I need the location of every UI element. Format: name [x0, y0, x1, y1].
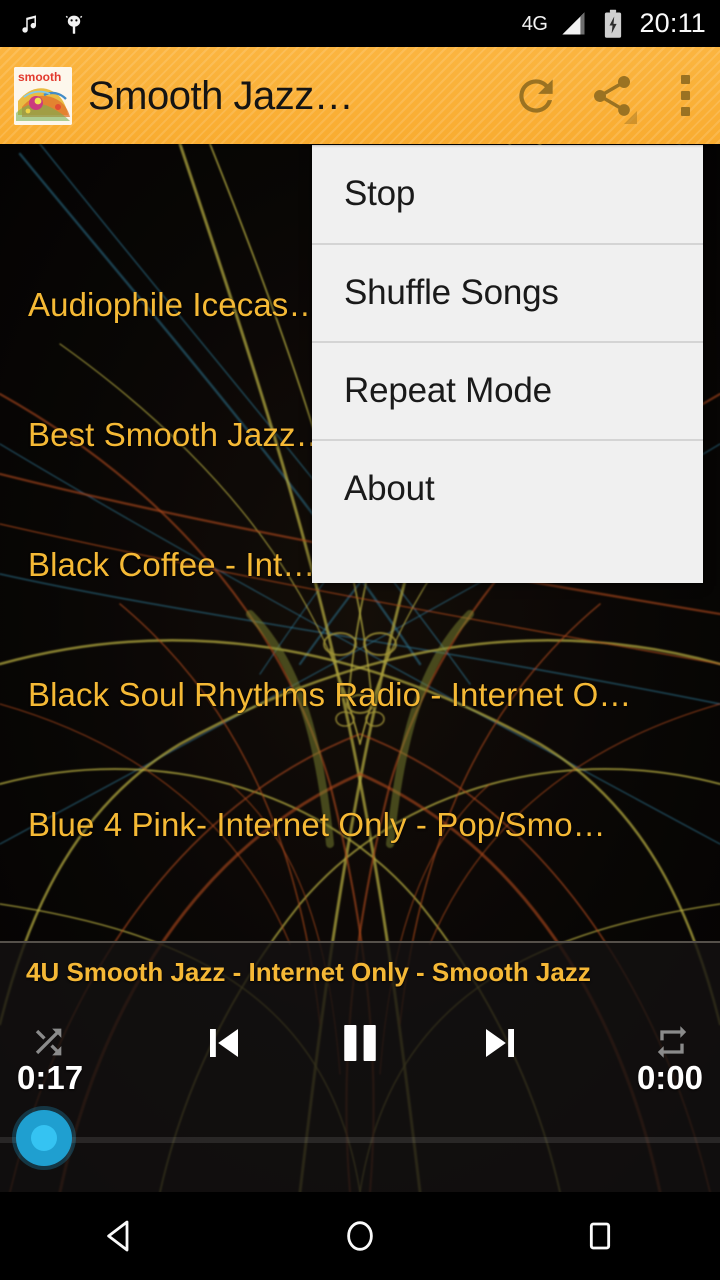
station-name: Black Soul Rhythms Radio - Internet O…	[28, 676, 632, 713]
station-name: Blue 4 Pink- Internet Only - Pop/Smo…	[28, 806, 606, 843]
skip-next-icon	[486, 1029, 514, 1057]
overflow-menu-button[interactable]	[650, 47, 720, 144]
overflow-menu-icon	[680, 75, 690, 116]
nav-home-button[interactable]	[300, 1192, 420, 1280]
station-name: Boracay Beach Radio - Malay Philippi…	[0, 936, 627, 940]
play-pause-button[interactable]	[322, 1005, 398, 1081]
status-bar: 4G 20:11	[0, 0, 720, 47]
overflow-menu-popup: Stop Shuffle Songs Repeat Mode About	[312, 145, 703, 583]
now-playing-label: 4U Smooth Jazz - Internet Only - Smooth …	[26, 957, 591, 987]
system-status-icons: 4G 20:11	[522, 9, 706, 39]
list-item[interactable]: Black Soul Rhythms Radio - Internet O…	[0, 630, 720, 760]
home-circle-icon	[347, 1221, 373, 1251]
app-logo: smooth	[14, 66, 72, 125]
skip-previous-icon	[210, 1029, 238, 1057]
menu-item-stop[interactable]: Stop	[312, 145, 703, 243]
pause-icon	[344, 1025, 376, 1061]
network-type-label: 4G	[521, 12, 548, 35]
shuffle-icon	[35, 1028, 62, 1056]
menu-item-about[interactable]: About	[312, 439, 703, 537]
player-control-bar: 4U Smooth Jazz - Internet Only - Smooth …	[0, 941, 720, 1192]
menu-footer-space	[312, 537, 703, 583]
page-title: Smooth Jazz…	[88, 75, 354, 116]
refresh-icon	[519, 78, 553, 113]
notification-icons	[18, 10, 86, 38]
menu-item-label: About	[344, 469, 435, 508]
seek-bar-thumb[interactable]	[16, 1110, 72, 1166]
back-triangle-icon	[107, 1220, 129, 1252]
app-bar: smooth Smooth Jazz…	[0, 47, 720, 144]
menu-item-repeat-mode[interactable]: Repeat Mode	[312, 341, 703, 439]
station-name: Audiophile Icecas…	[28, 286, 322, 323]
previous-button[interactable]	[186, 1005, 262, 1081]
share-button[interactable]	[574, 47, 650, 144]
refresh-button[interactable]	[498, 47, 574, 144]
music-note-icon	[22, 14, 36, 33]
android-screen: Audiophile Icecas… Best Smooth Jazz… Bla…	[0, 0, 720, 1280]
battery-charging-icon	[605, 9, 622, 38]
android-debug-icon	[65, 15, 83, 34]
repeat-icon	[657, 1026, 687, 1058]
menu-item-shuffle-songs[interactable]: Shuffle Songs	[312, 243, 703, 341]
nav-back-button[interactable]	[60, 1192, 180, 1280]
logo-wordmark: smooth	[18, 70, 61, 84]
station-name: Black Coffee - Int…	[28, 546, 316, 583]
next-button[interactable]	[462, 1005, 538, 1081]
menu-item-label: Stop	[344, 174, 416, 213]
app-bar-actions	[498, 47, 720, 144]
elapsed-time: 0:17	[17, 1059, 84, 1096]
dropdown-caret-icon	[624, 111, 637, 124]
menu-item-label: Repeat Mode	[344, 371, 552, 410]
station-name: Best Smooth Jazz…	[28, 416, 329, 453]
nav-recents-button[interactable]	[540, 1192, 660, 1280]
recents-square-icon	[589, 1222, 611, 1250]
list-item[interactable]: Boracay Beach Radio - Malay Philippi…	[0, 890, 720, 940]
menu-item-label: Shuffle Songs	[344, 273, 559, 312]
signal-bars-icon	[562, 11, 585, 35]
seek-bar-track[interactable]	[0, 1137, 720, 1143]
total-time: 0:00	[636, 1059, 703, 1096]
status-bar-clock: 20:11	[639, 8, 706, 38]
navigation-bar	[0, 1192, 720, 1280]
list-item[interactable]: Blue 4 Pink- Internet Only - Pop/Smo…	[0, 760, 720, 890]
